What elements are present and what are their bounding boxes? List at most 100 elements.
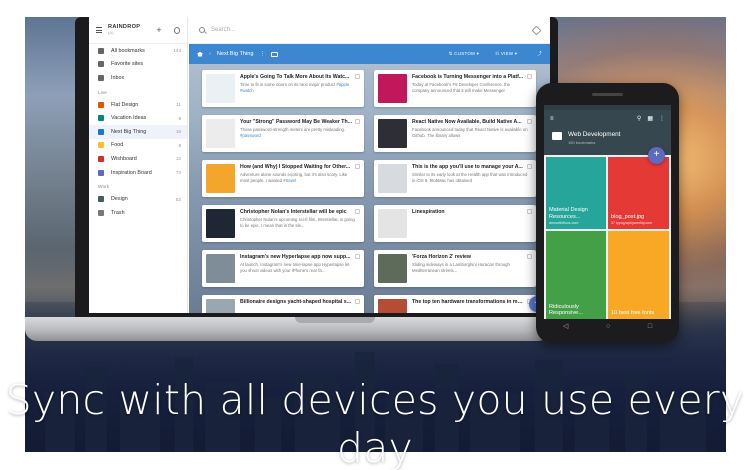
sidebar-item[interactable]: Vacation Ideas 9 [89, 111, 187, 125]
menu-icon[interactable]: ≡ [550, 116, 554, 122]
bookmark-title[interactable]: How (and Why) I Stopped Waiting for Othe… [240, 164, 352, 170]
phone-bookmark-tile[interactable]: 10 best free fonts [608, 231, 669, 319]
user-avatar-icon[interactable] [173, 26, 180, 34]
select-checkbox[interactable] [355, 119, 360, 124]
select-checkbox[interactable] [527, 254, 532, 259]
grid-view-icon[interactable]: ▦ [647, 115, 653, 122]
collection-title[interactable]: Next Big Thing [217, 51, 254, 57]
bookmark-card[interactable]: How (and Why) I Stopped Waiting for Othe… [202, 160, 364, 197]
search-bar[interactable]: Search... [189, 17, 550, 44]
bookmark-tags[interactable]: #password [240, 133, 261, 138]
bookmark-excerpt [240, 307, 356, 313]
bookmark-card[interactable]: 'Forza Horizon 2' review Sliding sideways… [374, 250, 536, 287]
bookmark-title[interactable]: Instagram's new Hyperlapse app now supp.… [240, 254, 352, 260]
sidebar-live-list: Flat Design 11 Vacation Ideas 9 Next Big Thi… [89, 98, 187, 180]
bookmark-thumbnail [378, 164, 407, 193]
recents-icon[interactable]: □ [648, 323, 652, 330]
bookmark-card[interactable]: This is the app you'll use to manage you… [374, 160, 536, 197]
bookmark-description: Those password-strength meters are prett… [240, 127, 346, 132]
select-checkbox[interactable] [355, 299, 360, 304]
sort-button[interactable]: ⇅ CUSTOM ▾ [449, 51, 479, 57]
more-vert-icon[interactable]: ⋮ [659, 115, 665, 122]
select-checkbox[interactable] [527, 119, 532, 124]
bookmark-card[interactable]: Instagram's new Hyperlapse app now supp.… [202, 250, 364, 287]
bookmark-title[interactable]: 'Forza Horizon 2' review [412, 254, 524, 260]
menu-icon[interactable] [96, 27, 103, 33]
phone-add-button[interactable]: + [648, 147, 665, 164]
sidebar-item-count: 8 [178, 142, 181, 148]
sidebar-item[interactable]: Inbox [89, 71, 187, 85]
bookmark-title[interactable]: The top ten hardware transformations in … [412, 299, 524, 305]
sidebar-item-label: Trash [111, 209, 125, 216]
bookmark-card[interactable]: Apple's Going To Talk More About Its Wat… [202, 70, 364, 107]
select-checkbox[interactable] [527, 209, 532, 214]
sidebar-item[interactable]: Design 53 [89, 192, 187, 206]
search-icon[interactable]: ⚲ [637, 115, 641, 122]
bookmark-title[interactable]: Facebook is Turning Messenger into a Pla… [412, 74, 524, 80]
phone-device: ≡ ⚲ ▦ ⋮ Web Development 150 bookmarks Ma… [536, 83, 679, 343]
phone-bookmark-tile[interactable]: blog_post.jpg 37 typographyweekly.com [608, 157, 669, 229]
laptop-notch [295, 317, 375, 323]
phone-tile-title: blog_post.jpg [611, 213, 645, 220]
select-checkbox[interactable] [355, 209, 360, 214]
sidebar-item-count: 144 [173, 48, 181, 54]
select-checkbox[interactable] [355, 74, 360, 79]
sidebar-item[interactable]: Trash [89, 206, 187, 220]
phone-tile-title: Ridiculously Responsive... [549, 303, 583, 316]
bookmark-description: Today at Facebook's F8 Developer Confere… [412, 82, 511, 93]
bookmark-card[interactable]: The top ten hardware transformations in … [374, 295, 536, 313]
select-checkbox[interactable] [355, 164, 360, 169]
sidebar-item-count: 9 [178, 115, 181, 121]
sidebar-item[interactable]: Next Big Thing 18 [89, 124, 187, 139]
bookmark-title[interactable]: Linespiration [412, 209, 524, 215]
phone-tile-title: Material Design Resources... [549, 207, 588, 220]
tag-icon[interactable] [531, 25, 542, 35]
phone-bookmark-tile[interactable]: Ridiculously Responsive... [546, 231, 606, 319]
bookmark-excerpt: At launch, Instagram's new time-lapse ap… [240, 262, 356, 279]
back-icon[interactable]: ◁ [563, 322, 568, 330]
bookmark-excerpt: Christopher Nolan's upcoming sci-fi film… [240, 217, 356, 234]
home-icon[interactable]: ○ [606, 323, 610, 330]
bookmark-title[interactable]: React Native Now Available, Build Native… [412, 119, 524, 125]
phone-tile-source: 37 typographyweekly.com [611, 220, 653, 225]
select-checkbox[interactable] [355, 254, 360, 259]
share-icon[interactable]: ⤴ [537, 51, 542, 57]
home-icon[interactable] [197, 51, 203, 57]
add-icon[interactable]: + [156, 25, 161, 35]
bookmark-title[interactable]: This is the app you'll use to manage you… [412, 164, 524, 170]
bookmark-card[interactable]: Christopher Nolan's Interstellar will be… [202, 205, 364, 242]
bookmark-tags[interactable]: #travel [283, 178, 296, 183]
sidebar-item-count: 18 [175, 129, 181, 135]
bookmark-thumbnail [206, 209, 235, 238]
bookmark-card[interactable]: Linespiration [374, 205, 536, 242]
bookmark-title[interactable]: Apple's Going To Talk More About Its Wat… [240, 74, 352, 80]
sidebar-top-list: All bookmarks 144 Favorite sites Inbox [89, 44, 187, 85]
select-checkbox[interactable] [527, 164, 532, 169]
folder-icon[interactable] [271, 51, 279, 57]
collection-icon [98, 169, 104, 176]
sidebar-item[interactable]: Food 8 [89, 139, 187, 153]
more-vert-icon[interactable]: ⋮ [259, 51, 265, 57]
sidebar-item[interactable]: Wishboard 13 [89, 152, 187, 166]
sidebar-item[interactable]: All bookmarks 144 [89, 44, 187, 58]
bookmark-title[interactable]: Christopher Nolan's Interstellar will be… [240, 209, 352, 215]
main-panel: Search... › Next Big Thing ⋮ ⇅ CUSTOM ▾ … [189, 17, 550, 313]
bookmark-card[interactable]: React Native Now Available, Build Native… [374, 115, 536, 152]
bookmark-card[interactable]: Billionaire designs yacht-shaped hospita… [202, 295, 364, 313]
sidebar-item[interactable]: Favorite sites [89, 58, 187, 72]
bookmark-card[interactable]: Facebook is Turning Messenger into a Pla… [374, 70, 536, 107]
bookmark-description: Facebook announced today that React Nati… [412, 127, 528, 138]
sidebar-item[interactable]: Inspiration Board 74 [89, 166, 187, 180]
laptop-base [25, 317, 550, 341]
bookmark-title[interactable]: Your "Strong" Password May Be Weaker Th.… [240, 119, 352, 125]
phone-bookmark-tile[interactable]: Material Design Resources... amourtbitiou… [546, 157, 606, 229]
phone-speaker [592, 93, 623, 96]
laptop-screen: RAINDROP (4) + All bookmarks 144 Favorite … [89, 17, 550, 313]
phone-tile-caption: Ridiculously Responsive... [549, 304, 603, 316]
search-input[interactable]: Search... [211, 27, 527, 33]
bookmark-card[interactable]: Your "Strong" Password May Be Weaker Th.… [202, 115, 364, 152]
select-checkbox[interactable] [527, 74, 532, 79]
view-button[interactable]: ☷ VIEW ▾ [495, 51, 517, 57]
sidebar-item[interactable]: Flat Design 11 [89, 98, 187, 112]
bookmark-title[interactable]: Billionaire designs yacht-shaped hospita… [240, 299, 352, 305]
